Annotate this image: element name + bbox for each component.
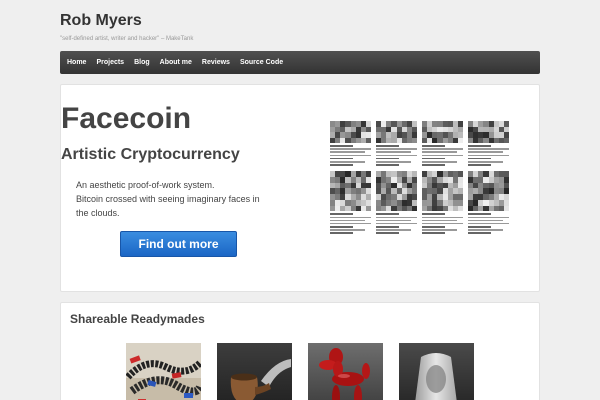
face-card[interactable] bbox=[468, 171, 509, 235]
face-caption bbox=[422, 213, 463, 235]
face-caption bbox=[468, 145, 509, 166]
hero-subtitle: Artistic Cryptocurrency bbox=[61, 146, 240, 163]
hero-desc-line-2: Bitcoin crossed with seeing imaginary fa… bbox=[76, 194, 260, 204]
face-row-2 bbox=[330, 171, 510, 235]
readymade-thumb-pipe[interactable] bbox=[217, 343, 292, 400]
readymade-thumb-balloon-dog[interactable] bbox=[308, 343, 383, 400]
face-card[interactable] bbox=[330, 121, 371, 167]
hero-description: An aesthetic proof-of-work system. Bitco… bbox=[76, 178, 286, 220]
face-row-1 bbox=[330, 121, 510, 167]
facecoin-grid bbox=[330, 121, 510, 236]
face-caption bbox=[376, 213, 417, 235]
readymades-title: Shareable Readymades bbox=[70, 312, 205, 326]
nav-reviews[interactable]: Reviews bbox=[197, 51, 235, 74]
face-image bbox=[468, 171, 509, 212]
face-card[interactable] bbox=[422, 121, 463, 167]
face-caption bbox=[330, 213, 371, 235]
face-caption bbox=[376, 145, 417, 166]
face-card[interactable] bbox=[376, 121, 417, 167]
hero-desc-line-3: the clouds. bbox=[76, 208, 120, 218]
shareable-readymades: Shareable Readymades bbox=[60, 302, 540, 400]
face-caption bbox=[422, 145, 463, 166]
readymade-thumb-fountain[interactable] bbox=[399, 343, 474, 400]
site-header: Rob Myers "self-defined artist, writer a… bbox=[60, 12, 193, 42]
face-image bbox=[376, 121, 417, 143]
hero-desc-line-1: An aesthetic proof-of-work system. bbox=[76, 180, 215, 190]
nav-about-me[interactable]: About me bbox=[155, 51, 197, 74]
facecoin-hero: Facecoin Artistic Cryptocurrency An aest… bbox=[60, 84, 540, 292]
face-card[interactable] bbox=[468, 121, 509, 167]
find-out-more-button[interactable]: Find out more bbox=[120, 231, 237, 257]
main-nav: Home Projects Blog About me Reviews Sour… bbox=[60, 51, 540, 74]
site-tagline: "self-defined artist, writer and hacker"… bbox=[60, 36, 194, 42]
face-card[interactable] bbox=[422, 171, 463, 235]
face-image bbox=[376, 171, 417, 212]
nav-blog[interactable]: Blog bbox=[129, 51, 155, 74]
face-image bbox=[422, 121, 463, 143]
nav-home[interactable]: Home bbox=[62, 51, 91, 74]
face-image bbox=[422, 171, 463, 212]
face-image bbox=[330, 171, 371, 212]
face-caption bbox=[468, 213, 509, 235]
site-title[interactable]: Rob Myers bbox=[60, 12, 193, 30]
face-card[interactable] bbox=[330, 171, 371, 235]
face-card[interactable] bbox=[376, 171, 417, 235]
face-image bbox=[330, 121, 371, 143]
face-caption bbox=[330, 145, 371, 166]
nav-projects[interactable]: Projects bbox=[91, 51, 129, 74]
nav-source-code[interactable]: Source Code bbox=[235, 51, 288, 74]
readymade-thumb-chain[interactable] bbox=[126, 343, 201, 400]
hero-title: Facecoin bbox=[61, 102, 192, 135]
face-image bbox=[468, 121, 509, 143]
